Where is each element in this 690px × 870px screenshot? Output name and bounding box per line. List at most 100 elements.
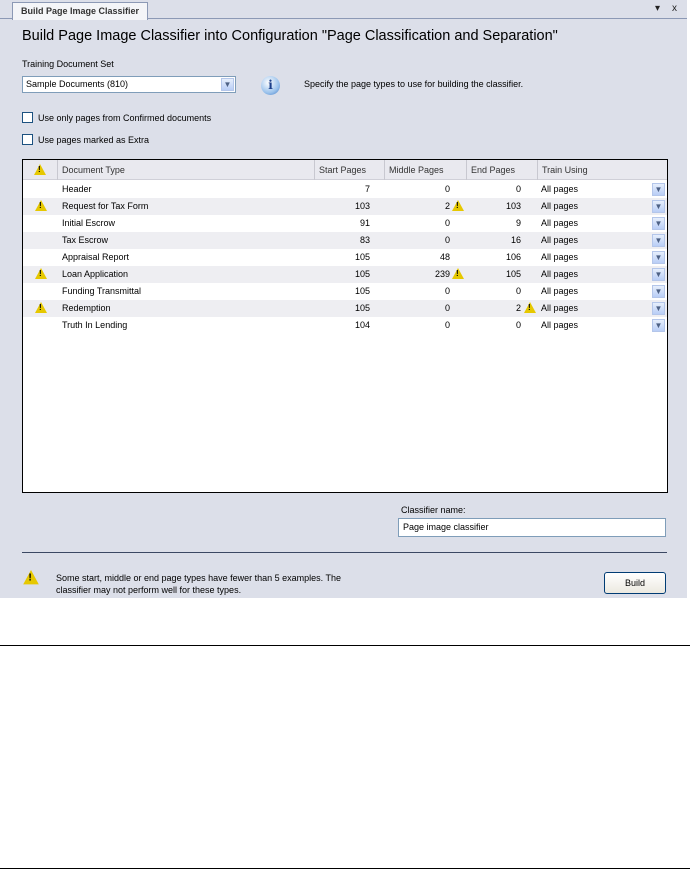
train-using[interactable]: All pages — [541, 252, 578, 262]
start-pages: 7 — [364, 184, 370, 194]
document-type: Funding Transmittal — [62, 286, 142, 296]
warning-icon — [452, 200, 464, 211]
document-type: Header — [62, 184, 92, 194]
warning-icon — [35, 268, 47, 279]
classifier-name-label: Classifier name: — [401, 505, 466, 515]
table-row[interactable]: Redemption 105 0 2 All pages ▼ — [23, 300, 667, 317]
train-using[interactable]: All pages — [541, 303, 578, 313]
warning-line-2: classifier may not perform well for thes… — [56, 585, 242, 595]
start-pages: 105 — [354, 252, 370, 262]
document-type: Tax Escrow — [62, 235, 109, 245]
build-classifier-panel: Build Page Image Classifier ▾ x Build Pa… — [0, 0, 687, 598]
chevron-down-icon[interactable]: ▼ — [652, 251, 665, 264]
table-row[interactable]: Tax Escrow 83 0 16 All pages ▼ — [23, 232, 667, 249]
middle-pages: 48 — [439, 252, 450, 262]
middle-pages: 0 — [444, 235, 450, 245]
chevron-down-icon[interactable]: ▼ — [652, 200, 665, 213]
document-type: Request for Tax Form — [62, 201, 149, 211]
info-text: Specify the page types to use for buildi… — [304, 79, 524, 89]
page-types-table: Document Type Start Pages Middle Pages E… — [22, 159, 668, 493]
start-pages: 105 — [354, 269, 370, 279]
table-row[interactable]: Truth In Lending 104 0 0 All pages ▼ — [23, 317, 667, 334]
warning-icon — [34, 164, 46, 175]
middle-pages: 0 — [444, 218, 450, 228]
training-set-label: Training Document Set — [22, 59, 114, 69]
chevron-down-icon[interactable]: ▼ — [652, 285, 665, 298]
training-set-value: Sample Documents (810) — [26, 79, 129, 89]
table-row[interactable]: Funding Transmittal 105 0 0 All pages ▼ — [23, 283, 667, 300]
end-pages: 103 — [505, 201, 521, 211]
train-using[interactable]: All pages — [541, 235, 578, 245]
divider — [0, 645, 690, 646]
train-using[interactable]: All pages — [541, 320, 578, 330]
warning-icon — [35, 302, 47, 313]
chevron-down-icon[interactable]: ▼ — [652, 319, 665, 332]
start-pages: 83 — [359, 235, 370, 245]
train-using[interactable]: All pages — [541, 201, 578, 211]
end-pages: 0 — [515, 320, 521, 330]
column-end-pages[interactable]: End Pages — [467, 160, 538, 180]
start-pages: 105 — [354, 303, 370, 313]
use-extra-label: Use pages marked as Extra — [38, 135, 150, 145]
divider — [0, 868, 690, 869]
table-row[interactable]: Appraisal Report 105 48 106 All pages ▼ — [23, 249, 667, 266]
train-using[interactable]: All pages — [541, 286, 578, 296]
chevron-down-icon[interactable]: ▼ — [652, 302, 665, 315]
warning-icon — [35, 200, 47, 211]
end-pages: 9 — [515, 218, 521, 228]
chevron-down-icon[interactable]: ▼ — [221, 78, 234, 91]
start-pages: 103 — [354, 201, 370, 211]
start-pages: 105 — [354, 286, 370, 296]
warning-line-1: Some start, middle or end page types hav… — [56, 573, 341, 583]
column-train-using[interactable]: Train Using — [538, 160, 667, 180]
middle-pages: 2 — [444, 201, 450, 211]
close-icon[interactable]: x — [672, 3, 677, 14]
table-header: Document Type Start Pages Middle Pages E… — [23, 160, 667, 180]
column-start-pages[interactable]: Start Pages — [315, 160, 385, 180]
table-row[interactable]: Loan Application 105 239 105 All pages ▼ — [23, 266, 667, 283]
middle-pages: 239 — [434, 269, 450, 279]
warning-icon — [23, 570, 39, 587]
use-extra-checkbox[interactable] — [22, 134, 33, 145]
warning-icon — [524, 302, 536, 313]
start-pages: 104 — [354, 320, 370, 330]
chevron-down-icon[interactable]: ▼ — [652, 183, 665, 196]
classifier-name-input[interactable]: Page image classifier — [398, 518, 666, 537]
tab-bar: Build Page Image Classifier ▾ x — [0, 0, 687, 20]
document-type: Redemption — [62, 303, 111, 313]
train-using[interactable]: All pages — [541, 269, 578, 279]
column-document-type[interactable]: Document Type — [58, 160, 315, 180]
end-pages: 0 — [515, 184, 521, 194]
middle-pages: 0 — [444, 303, 450, 313]
info-icon: i — [261, 76, 280, 95]
chevron-down-icon[interactable]: ▼ — [652, 234, 665, 247]
tab-build-page-image-classifier[interactable]: Build Page Image Classifier — [12, 2, 149, 20]
document-type: Initial Escrow — [62, 218, 116, 228]
document-type: Truth In Lending — [62, 320, 128, 330]
middle-pages: 0 — [444, 184, 450, 194]
document-type: Loan Application — [62, 269, 129, 279]
end-pages: 0 — [515, 286, 521, 296]
window-menu-icon[interactable]: ▾ — [655, 3, 660, 14]
warning-message: Some start, middle or end page types hav… — [56, 572, 341, 596]
middle-pages: 0 — [444, 286, 450, 296]
column-middle-pages[interactable]: Middle Pages — [385, 160, 467, 180]
end-pages: 16 — [510, 235, 521, 245]
warning-column-header[interactable] — [23, 160, 58, 180]
table-row[interactable]: Header 7 0 0 All pages ▼ — [23, 181, 667, 198]
table-row[interactable]: Request for Tax Form 103 2 103 All pages ▼ — [23, 198, 667, 215]
build-button[interactable]: Build — [604, 572, 666, 594]
middle-pages: 0 — [444, 320, 450, 330]
table-row[interactable]: Initial Escrow 91 0 9 All pages ▼ — [23, 215, 667, 232]
train-using[interactable]: All pages — [541, 218, 578, 228]
confirmed-only-label: Use only pages from Confirmed documents — [38, 113, 212, 123]
chevron-down-icon[interactable]: ▼ — [652, 268, 665, 281]
training-set-select[interactable]: Sample Documents (810) ▼ — [22, 76, 236, 93]
end-pages: 106 — [505, 252, 521, 262]
document-type: Appraisal Report — [62, 252, 130, 262]
train-using[interactable]: All pages — [541, 184, 578, 194]
start-pages: 91 — [359, 218, 370, 228]
page-title: Build Page Image Classifier into Configu… — [22, 28, 558, 44]
confirmed-only-checkbox[interactable] — [22, 112, 33, 123]
chevron-down-icon[interactable]: ▼ — [652, 217, 665, 230]
